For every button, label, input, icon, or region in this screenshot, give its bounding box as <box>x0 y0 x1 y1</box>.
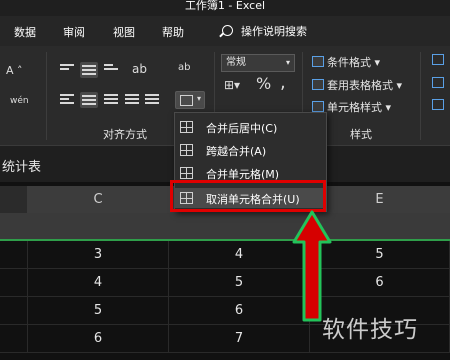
currency-icon[interactable]: ⊞▾ <box>224 78 244 92</box>
chevron-down-icon: ▾ <box>196 94 201 103</box>
cell[interactable]: 7 <box>169 325 310 353</box>
menu-item-label: 合并后居中(C) <box>206 122 278 135</box>
align-right-icon[interactable] <box>104 94 118 106</box>
cell[interactable]: 5 <box>169 269 310 297</box>
tab-data[interactable]: 数据 <box>14 24 36 40</box>
conditional-format-label: 条件格式 ▾ <box>327 56 381 69</box>
cell[interactable]: 3 <box>28 241 169 269</box>
align-left-icon[interactable] <box>60 94 74 106</box>
cell[interactable] <box>0 325 28 353</box>
menu-item-merge-center[interactable]: 合并后居中(C) <box>175 117 326 137</box>
wrap-text-icon[interactable]: ab <box>178 62 192 74</box>
cell[interactable]: 4 <box>169 241 310 269</box>
format-as-table-button[interactable]: 套用表格格式 ▾ <box>312 77 402 93</box>
cell-styles-icon <box>312 101 324 112</box>
formula-bar-text: 统计表 <box>2 160 42 175</box>
cell[interactable]: 5 <box>28 297 169 325</box>
align-center-icon[interactable] <box>80 92 98 108</box>
phonetic-icon[interactable]: wén <box>10 96 34 108</box>
cell[interactable]: 4 <box>28 269 169 297</box>
merge-across-icon <box>180 144 193 156</box>
merge-center-icon <box>180 121 193 133</box>
percent-icon[interactable]: % <box>256 74 272 93</box>
number-format-select[interactable]: 常规 ▾ <box>221 54 295 72</box>
conditional-format-icon <box>312 56 324 67</box>
insert-cells-icon[interactable] <box>432 54 444 65</box>
cell[interactable]: 6 <box>28 325 169 353</box>
column-header-b[interactable] <box>0 186 28 213</box>
increase-indent-icon[interactable] <box>145 94 159 106</box>
cell[interactable] <box>0 241 28 269</box>
delete-cells-icon[interactable] <box>432 77 444 88</box>
cell[interactable] <box>0 297 28 325</box>
merge-icon <box>180 95 193 106</box>
comma-icon[interactable]: , <box>280 72 292 93</box>
cell[interactable] <box>0 269 28 297</box>
chevron-down-icon: ▾ <box>285 58 290 67</box>
window-title: 工作簿1 - Excel <box>184 0 266 12</box>
styles-group-label: 样式 <box>350 128 372 141</box>
column-header-c[interactable]: C <box>28 186 169 213</box>
watermark: 软件技巧 <box>322 317 418 343</box>
font-size-icon[interactable]: A ˄ <box>6 64 30 77</box>
tell-me-search[interactable]: 操作说明搜索 <box>222 23 307 39</box>
menu-item-merge-across[interactable]: 跨越合并(A) <box>175 140 326 160</box>
orientation-icon[interactable]: ab <box>132 62 147 76</box>
format-cells-icon[interactable] <box>432 99 444 110</box>
up-arrow-icon <box>292 210 332 322</box>
merge-center-button[interactable]: ▾ <box>175 91 205 109</box>
cell-styles-label: 单元格样式 ▾ <box>327 101 392 114</box>
decrease-indent-icon[interactable] <box>125 94 139 106</box>
align-bottom-icon[interactable] <box>104 64 118 76</box>
ribbon-tabs: 数据 审阅 视图 帮助 操作说明搜索 <box>0 16 450 46</box>
conditional-format-button[interactable]: 条件格式 ▾ <box>312 54 380 70</box>
number-format-value: 常规 <box>226 57 246 68</box>
tab-review[interactable]: 审阅 <box>63 24 85 40</box>
table-format-icon <box>312 79 324 90</box>
menu-item-label: 跨越合并(A) <box>206 145 267 158</box>
tab-help[interactable]: 帮助 <box>162 24 184 40</box>
tab-view[interactable]: 视图 <box>113 24 135 40</box>
tell-me-label: 操作说明搜索 <box>241 25 307 38</box>
selected-merged-row[interactable] <box>0 213 450 241</box>
format-as-table-label: 套用表格格式 ▾ <box>327 79 403 92</box>
search-icon <box>222 25 233 36</box>
align-middle-icon[interactable] <box>80 62 98 78</box>
title-bar: 工作簿1 - Excel <box>0 0 450 16</box>
alignment-group-label: 对齐方式 <box>103 128 147 141</box>
align-top-icon[interactable] <box>60 64 74 76</box>
cell[interactable]: 6 <box>169 297 310 325</box>
merge-cells-icon <box>180 167 193 179</box>
